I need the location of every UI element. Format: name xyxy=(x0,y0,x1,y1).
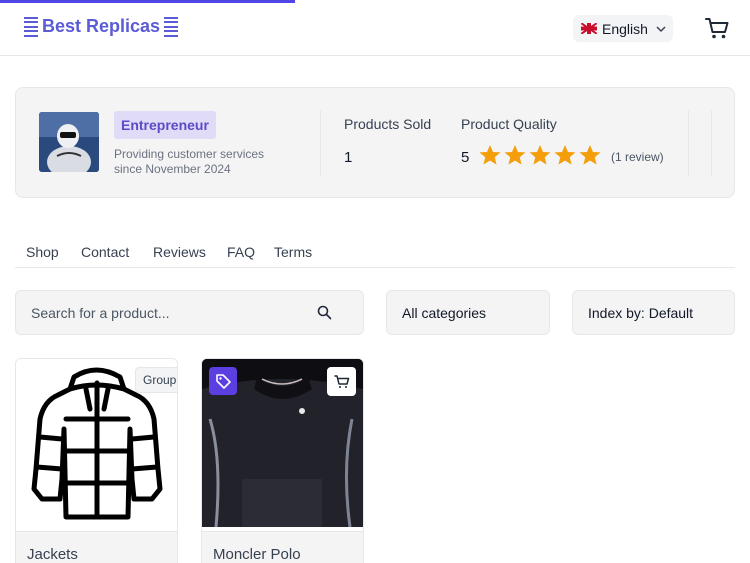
language-label: English xyxy=(602,20,648,37)
star-icon xyxy=(529,145,551,165)
language-selector[interactable]: English xyxy=(573,15,673,42)
star-icon xyxy=(504,145,526,165)
product-quality-label: Product Quality xyxy=(461,116,557,132)
product-search xyxy=(15,290,364,335)
divider xyxy=(711,110,712,176)
divider xyxy=(320,110,321,176)
tab-faq[interactable]: FAQ xyxy=(227,244,255,260)
products-sold-value: 1 xyxy=(344,149,353,166)
site-header: Best Replicas English xyxy=(0,0,750,56)
shop-tabs: Shop Contact Reviews FAQ Terms xyxy=(15,240,735,268)
product-name[interactable]: Moncler Polo xyxy=(213,546,301,563)
tag-icon xyxy=(216,374,231,389)
product-name-bar: Jackets xyxy=(16,531,177,563)
tab-contact[interactable]: Contact xyxy=(81,244,129,260)
product-name[interactable]: Jackets xyxy=(27,546,78,563)
rating-stars xyxy=(478,144,602,166)
product-card[interactable]: Group Jackets xyxy=(15,358,178,563)
uk-flag-icon xyxy=(581,23,597,34)
add-to-cart-button[interactable] xyxy=(327,367,356,396)
product-name-bar: Moncler Polo xyxy=(202,531,363,563)
group-tag: Group xyxy=(135,367,177,393)
star-icon xyxy=(554,145,576,165)
star-icon xyxy=(579,145,601,165)
tab-terms[interactable]: Terms xyxy=(274,244,312,260)
vendor-avatar xyxy=(39,112,99,172)
tab-shop[interactable]: Shop xyxy=(26,244,59,260)
search-icon[interactable] xyxy=(317,305,332,320)
cart-icon[interactable] xyxy=(704,15,730,41)
brand-logo[interactable]: Best Replicas xyxy=(24,16,179,37)
divider xyxy=(688,110,689,176)
review-count[interactable]: (1 review) xyxy=(611,150,664,164)
product-quality-value: 5 xyxy=(461,149,470,166)
tab-reviews[interactable]: Reviews xyxy=(153,244,206,260)
tag-button[interactable] xyxy=(209,367,237,395)
product-card[interactable]: Moncler Polo xyxy=(201,358,364,563)
bars-icon xyxy=(164,16,179,37)
vendor-description: Providing customer services since Novemb… xyxy=(114,147,265,176)
sort-select[interactable]: Index by: Default xyxy=(572,290,735,335)
star-icon xyxy=(479,145,501,165)
category-select[interactable]: All categories xyxy=(386,290,550,335)
vendor-badge: Entrepreneur xyxy=(114,111,216,139)
bars-icon xyxy=(24,16,38,37)
search-input[interactable] xyxy=(31,291,311,334)
vendor-card: Entrepreneur Providing customer services… xyxy=(15,87,735,198)
cart-icon xyxy=(334,375,350,388)
products-sold-label: Products Sold xyxy=(344,116,432,132)
brand-title: Best Replicas xyxy=(42,16,161,36)
chevron-down-icon xyxy=(656,25,666,32)
